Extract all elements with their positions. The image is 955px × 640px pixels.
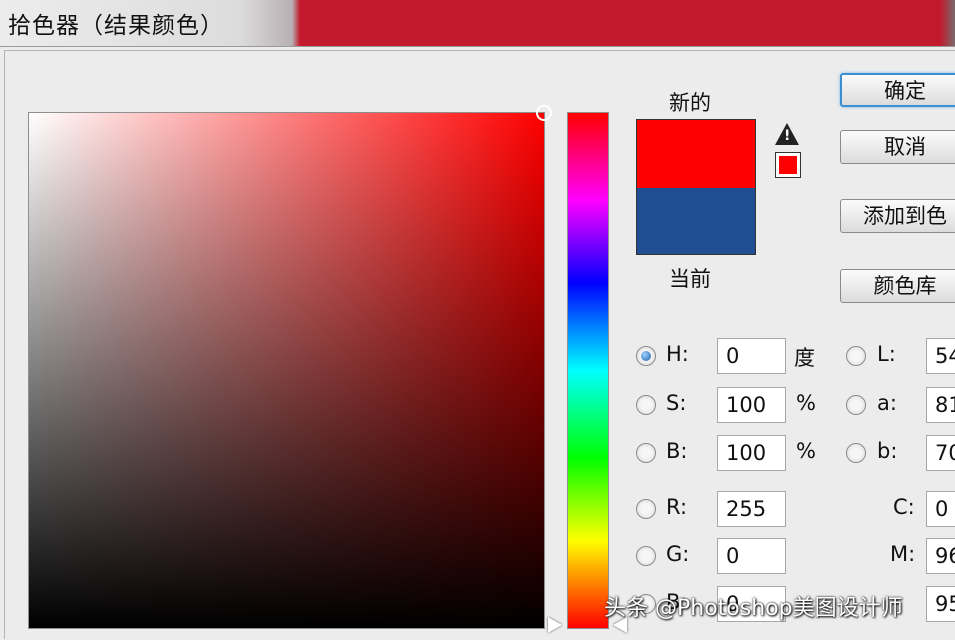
lab-l-radio[interactable] bbox=[846, 346, 866, 366]
hue-radio[interactable] bbox=[636, 346, 656, 366]
red-label: R: bbox=[666, 495, 688, 519]
gamut-correction-swatch[interactable] bbox=[775, 152, 801, 178]
gamut-correction-color bbox=[779, 156, 797, 174]
out-of-gamut-warning-icon[interactable] bbox=[775, 123, 799, 145]
watermark: 头条 @Photoshop美图设计师 bbox=[604, 596, 903, 621]
cancel-button[interactable]: 取消 bbox=[840, 130, 955, 164]
green-input[interactable] bbox=[717, 538, 786, 574]
red-input[interactable] bbox=[717, 491, 786, 527]
green-label: G: bbox=[666, 542, 690, 566]
brightness-input[interactable] bbox=[717, 435, 786, 471]
brightness-radio[interactable] bbox=[636, 443, 656, 463]
lab-b-radio[interactable] bbox=[846, 443, 866, 463]
red-radio[interactable] bbox=[636, 499, 656, 519]
current-color-label: 当前 bbox=[669, 267, 711, 291]
hue-unit: 度 bbox=[794, 346, 815, 370]
new-color-label: 新的 bbox=[669, 91, 711, 115]
green-radio[interactable] bbox=[636, 546, 656, 566]
saturation-radio[interactable] bbox=[636, 395, 656, 415]
lab-a-label: a: bbox=[877, 391, 897, 415]
brightness-unit: % bbox=[796, 439, 816, 463]
hue-label: H: bbox=[666, 342, 689, 366]
hue-input[interactable] bbox=[717, 338, 786, 374]
cyan-input[interactable] bbox=[926, 491, 955, 527]
color-field-cursor[interactable] bbox=[536, 105, 552, 121]
magenta-input[interactable] bbox=[926, 538, 955, 574]
cyan-label: C: bbox=[893, 495, 915, 519]
hue-slider[interactable] bbox=[567, 112, 609, 629]
current-color-swatch[interactable] bbox=[637, 188, 755, 254]
new-color-swatch bbox=[637, 120, 755, 188]
add-to-swatches-button[interactable]: 添加到色 bbox=[840, 199, 955, 233]
lab-b-input[interactable] bbox=[926, 435, 955, 471]
title-bar: 拾色器（结果颜色） bbox=[0, 0, 955, 46]
lab-l-label: L: bbox=[877, 342, 896, 366]
color-libraries-button[interactable]: 颜色库 bbox=[840, 269, 955, 303]
hue-slider-left-handle[interactable] bbox=[548, 617, 562, 633]
window-title: 拾色器（结果颜色） bbox=[8, 13, 224, 39]
saturation-unit: % bbox=[796, 391, 816, 415]
lab-l-input[interactable] bbox=[926, 338, 955, 374]
saturation-input[interactable] bbox=[717, 387, 786, 423]
yellow-input[interactable] bbox=[926, 586, 955, 622]
saturation-brightness-field[interactable] bbox=[28, 105, 552, 629]
brightness-label: B: bbox=[666, 439, 688, 463]
magenta-label: M: bbox=[890, 542, 916, 566]
color-preview bbox=[636, 119, 756, 255]
lab-a-radio[interactable] bbox=[846, 395, 866, 415]
lab-a-input[interactable] bbox=[926, 387, 955, 423]
saturation-label: S: bbox=[666, 391, 687, 415]
ok-button[interactable]: 确定 bbox=[840, 73, 955, 107]
lab-b-label: b: bbox=[877, 439, 898, 463]
